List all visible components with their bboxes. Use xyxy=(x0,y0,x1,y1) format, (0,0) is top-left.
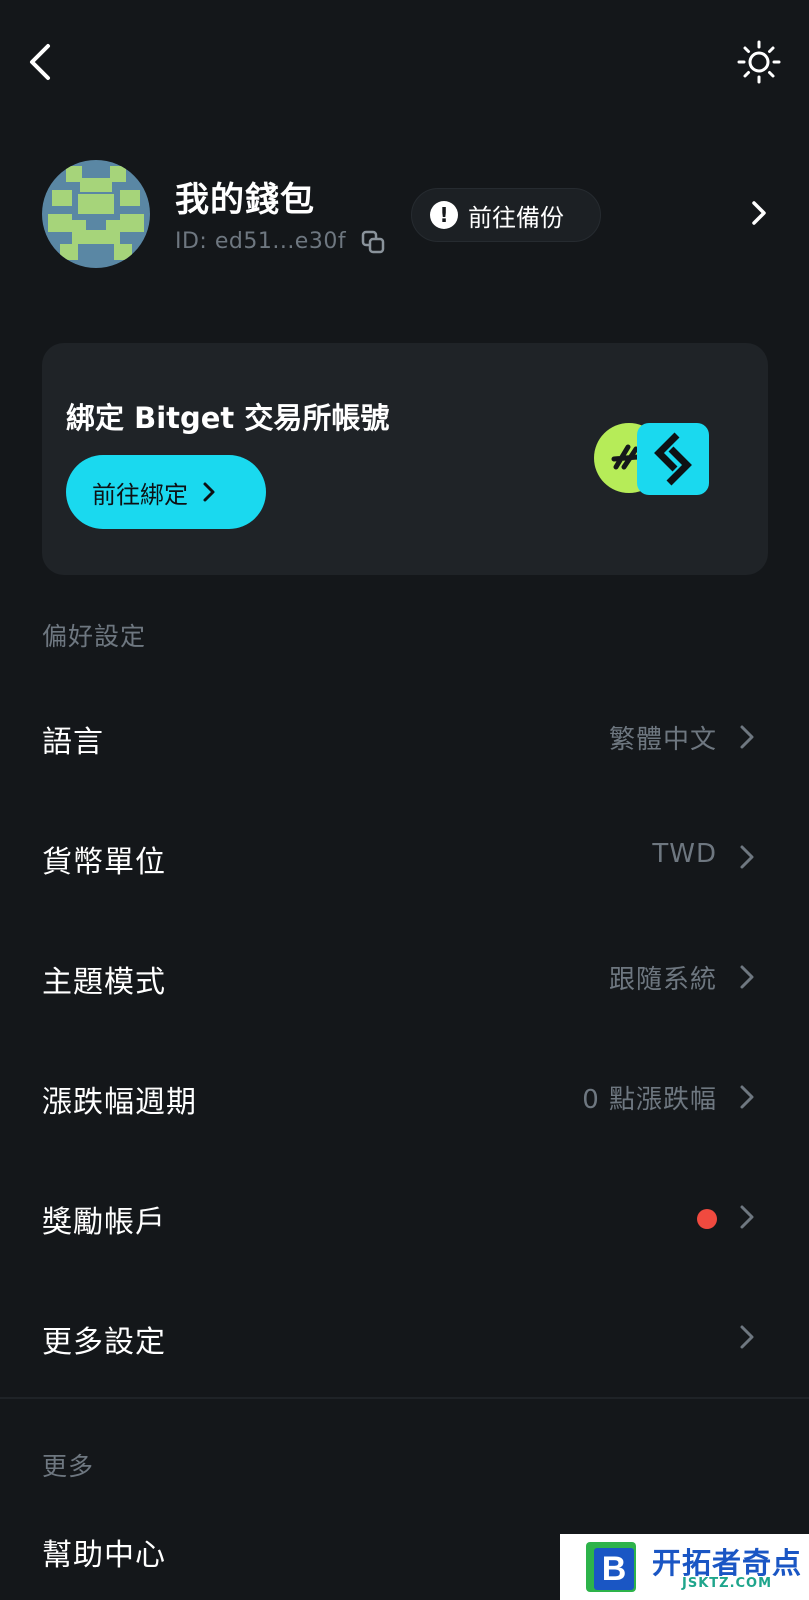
avatar-pattern xyxy=(42,160,150,268)
setting-value: 繁體中文 xyxy=(608,725,717,755)
theme-toggle-button[interactable] xyxy=(737,40,781,84)
chevron-right-icon xyxy=(203,482,215,502)
back-button[interactable] xyxy=(22,40,62,84)
wallet-id: ID: ed51...e30f xyxy=(175,229,347,254)
bind-button-label: 前往綁定 xyxy=(92,480,188,509)
setting-label: 更多設定 xyxy=(42,1325,166,1360)
exclamation-icon: ! xyxy=(430,201,458,229)
chevron-right-icon xyxy=(740,965,754,989)
profile-detail-chevron[interactable] xyxy=(748,198,770,228)
watermark-logo-icon: B xyxy=(586,1542,636,1592)
chevron-right-icon xyxy=(740,845,754,869)
backup-button[interactable]: ! 前往備份 xyxy=(411,188,601,242)
copy-id-button[interactable] xyxy=(360,229,386,255)
setting-label: 獎勵帳戶 xyxy=(42,1205,166,1240)
avatar[interactable] xyxy=(42,160,150,268)
section-divider xyxy=(0,1397,809,1399)
bitget-logo-icon xyxy=(637,423,709,495)
bind-exchange-card: 綁定 Bitget 交易所帳號 前往綁定 xyxy=(42,343,768,575)
setting-label: 漲跌幅週期 xyxy=(42,1085,197,1120)
chevron-right-icon xyxy=(740,1085,754,1109)
setting-row-currency[interactable]: 貨幣單位 TWD xyxy=(0,797,809,917)
setting-row-language[interactable]: 語言 繁體中文 xyxy=(0,677,809,797)
setting-row-more-settings[interactable]: 更多設定 xyxy=(0,1277,809,1397)
setting-value: TWD xyxy=(652,839,717,869)
watermark: B 开拓者奇点 JSKTZ.COM xyxy=(560,1534,809,1600)
setting-value: 跟隨系統 xyxy=(608,965,717,995)
chevron-right-icon xyxy=(740,1205,754,1229)
more-section-label: 更多 xyxy=(42,1452,95,1481)
notification-dot xyxy=(697,1209,717,1229)
setting-label: 語言 xyxy=(42,725,104,760)
setting-label: 主題模式 xyxy=(42,965,166,1000)
setting-value: 0 點漲跌幅 xyxy=(582,1085,717,1115)
bind-button[interactable]: 前往綁定 xyxy=(66,455,266,529)
chevron-left-icon xyxy=(30,44,50,80)
setting-label: 幫助中心 xyxy=(42,1538,166,1573)
wallet-name: 我的錢包 xyxy=(175,180,315,220)
backup-label: 前往備份 xyxy=(468,203,564,232)
setting-row-theme[interactable]: 主題模式 跟隨系統 xyxy=(0,917,809,1037)
chevron-right-icon xyxy=(752,201,766,225)
chevron-right-icon xyxy=(740,725,754,749)
chevron-right-icon xyxy=(740,1325,754,1349)
setting-row-price-change-period[interactable]: 漲跌幅週期 0 點漲跌幅 xyxy=(0,1037,809,1157)
sun-icon xyxy=(737,40,781,84)
preferences-section-label: 偏好設定 xyxy=(42,622,147,651)
copy-icon xyxy=(361,230,385,254)
watermark-subtitle: JSKTZ.COM xyxy=(682,1576,773,1591)
bind-card-title: 綁定 Bitget 交易所帳號 xyxy=(66,401,390,435)
setting-row-rewards-account[interactable]: 獎勵帳戶 xyxy=(0,1157,809,1277)
setting-label: 貨幣單位 xyxy=(42,845,166,880)
svg-text:B: B xyxy=(602,1550,627,1588)
